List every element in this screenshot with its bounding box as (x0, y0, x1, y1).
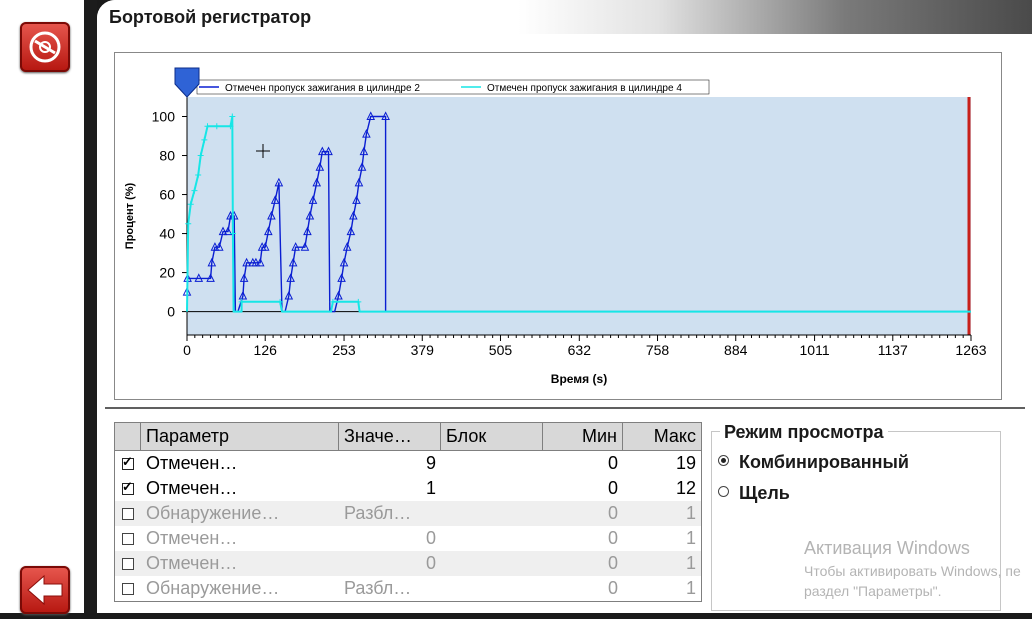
row-param: Отмечен… (146, 478, 238, 498)
row-max: 1 (685, 503, 696, 523)
row-value: 0 (425, 528, 436, 548)
row-param: Отмечен… (146, 453, 238, 473)
x-tick-label: 1263 (955, 342, 986, 358)
x-tick-label: 505 (489, 342, 513, 358)
x-tick-label: 1011 (800, 342, 830, 358)
radio-empty-icon[interactable] (718, 486, 729, 497)
x-tick-label: 126 (254, 342, 278, 358)
page-title: Бортовой регистратор (109, 7, 312, 27)
y-tick-label: 80 (159, 148, 175, 164)
row-checkbox[interactable] (122, 583, 134, 595)
view-mode-title: Режим просмотра (720, 422, 888, 443)
x-tick-label: 1137 (878, 342, 908, 358)
section-separator (105, 407, 1025, 409)
main-panel: Бортовой регистратор 0 20 40 60 80 100 0 126 253… (97, 0, 1032, 613)
row-checkbox[interactable] (122, 454, 134, 470)
row-param: Обнаружение… (146, 503, 280, 523)
header-block[interactable]: Блок (441, 423, 543, 450)
radio-combined[interactable]: Комбинированный (718, 452, 909, 473)
row-checkbox[interactable] (122, 558, 134, 570)
table-row[interactable]: Обнаружение… Разбл… 0 1 (115, 576, 701, 601)
table-row[interactable]: Отмечен… 0 0 1 (115, 526, 701, 551)
row-min: 0 (607, 553, 618, 573)
row-min: 0 (607, 578, 618, 598)
back-button[interactable] (20, 566, 70, 614)
brake-system-button[interactable] (20, 22, 70, 72)
row-max: 19 (675, 453, 696, 473)
legend-entry-2: Отмечен пропуск зажигания в цилиндре 4 (487, 83, 682, 94)
y-tick-label: 100 (152, 109, 176, 125)
y-tick-label: 60 (159, 187, 175, 203)
row-value: Разбл… (344, 578, 412, 598)
row-param: Отмечен… (146, 553, 238, 573)
y-tick-label: 0 (167, 304, 175, 320)
table-header: Параметр Значе… Блок Мин Макс (115, 423, 701, 451)
row-value: Разбл… (344, 503, 412, 523)
x-tick-label: 379 (411, 342, 435, 358)
header-max[interactable]: Макс (623, 423, 701, 450)
title-bar: Бортовой регистратор (97, 0, 1032, 34)
header-value[interactable]: Значе… (339, 423, 441, 450)
header-min[interactable]: Мин (543, 423, 623, 450)
time-cursor-icon[interactable] (174, 67, 200, 98)
row-max: 12 (675, 478, 696, 498)
header-param[interactable]: Параметр (141, 423, 339, 450)
row-param: Обнаружение… (146, 578, 280, 598)
watermark-line-2: Чтобы активировать Windows, пе (804, 563, 1021, 579)
y-tick-label: 40 (159, 226, 175, 242)
row-value: 0 (425, 553, 436, 573)
row-checkbox[interactable] (122, 533, 134, 545)
left-sidebar (0, 0, 84, 614)
row-min: 0 (607, 453, 618, 473)
watermark-line-3: раздел "Параметры". (804, 583, 942, 599)
brake-disc-icon (29, 31, 61, 63)
flight-recorder-chart[interactable]: 0 20 40 60 80 100 0 126 253 379 505 632 758 884 1011 11… (115, 53, 1001, 399)
row-checkbox[interactable] (122, 508, 134, 520)
row-min: 0 (607, 528, 618, 548)
row-min: 0 (607, 478, 618, 498)
x-tick-label: 884 (724, 342, 748, 358)
table-row[interactable]: Отмечен… 0 0 1 (115, 551, 701, 576)
radio-slot[interactable]: Щель (718, 483, 790, 504)
row-value: 1 (425, 478, 436, 498)
arrow-left-icon (27, 574, 63, 606)
x-tick-label: 758 (646, 342, 670, 358)
y-tick-label: 20 (159, 265, 175, 281)
table-row[interactable]: Обнаружение… Разбл… 0 1 (115, 501, 701, 526)
row-param: Отмечен… (146, 528, 238, 548)
x-tick-label: 253 (332, 342, 356, 358)
parameter-table: Параметр Значе… Блок Мин Макс Отмечен… 9… (114, 422, 702, 602)
plot-area (187, 97, 971, 335)
header-checkbox-col (115, 423, 141, 450)
radio-selected-icon[interactable] (718, 455, 729, 466)
table-row[interactable]: Отмечен… 9 0 19 (115, 451, 701, 476)
legend-entry-1: Отмечен пропуск зажигания в цилиндре 2 (225, 83, 420, 94)
radio-combined-label: Комбинированный (739, 452, 909, 472)
table-row[interactable]: Отмечен… 1 0 12 (115, 476, 701, 501)
panel-divider (84, 0, 97, 613)
row-max: 1 (685, 578, 696, 598)
row-min: 0 (607, 503, 618, 523)
row-max: 1 (685, 553, 696, 573)
radio-slot-label: Щель (739, 483, 790, 503)
x-axis-label: Время (s) (551, 372, 607, 386)
y-axis-label: Процент (%) (124, 182, 136, 249)
row-checkbox[interactable] (122, 479, 134, 495)
x-tick-label: 632 (568, 342, 592, 358)
x-tick-label: 0 (183, 342, 191, 358)
chart-frame: 0 20 40 60 80 100 0 126 253 379 505 632 758 884 1011 11… (114, 52, 1002, 400)
watermark-line-1: Активация Windows (804, 538, 970, 558)
row-value: 9 (425, 453, 436, 473)
windows-activation-watermark: Активация Windows Чтобы активировать Win… (804, 538, 1021, 599)
row-max: 1 (685, 528, 696, 548)
